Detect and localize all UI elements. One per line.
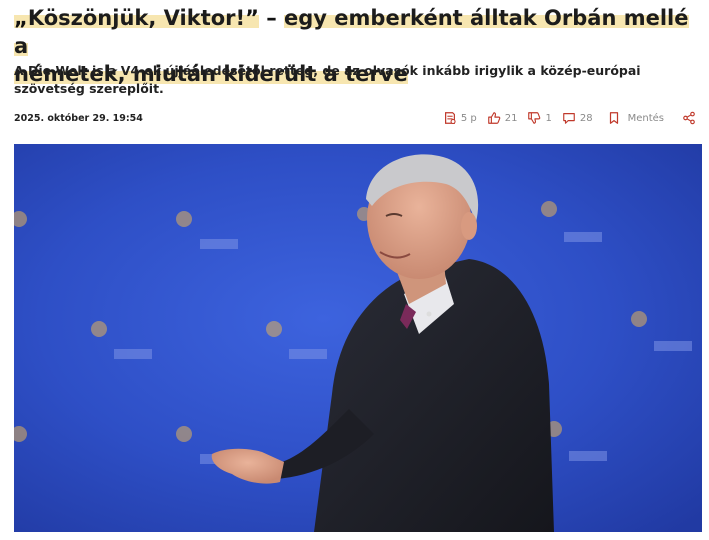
article-meta-bar: 2025. október 29. 19:54 5 p 21 1 28 Ment… xyxy=(14,108,704,128)
reading-time-value: 5 p xyxy=(460,112,477,124)
bookmark-icon xyxy=(609,112,618,124)
title-close-quote: ” xyxy=(245,6,259,30)
dislike-count: 1 xyxy=(545,112,552,124)
share-icon xyxy=(683,111,695,125)
publish-date: 2025. október 29. 19:54 xyxy=(14,112,143,124)
save-button[interactable]: Mentés xyxy=(607,111,664,125)
dislike-button[interactable]: 1 xyxy=(527,111,552,125)
like-button[interactable]: 21 xyxy=(487,111,518,125)
reading-time-icon xyxy=(444,112,456,125)
photo-illustration xyxy=(14,144,702,532)
article-photo xyxy=(14,144,702,532)
thumbs-up-icon xyxy=(487,112,501,124)
article-lead: A Die Welt is a V4-ek újjáéledésétől ret… xyxy=(14,63,641,96)
thumbs-down-icon xyxy=(528,112,541,124)
title-dash: – xyxy=(258,6,285,30)
save-label: Mentés xyxy=(627,112,664,124)
title-quote: Köszönjük, Viktor! xyxy=(27,6,246,30)
like-count: 21 xyxy=(504,112,518,124)
article-actions: 5 p 21 1 28 Mentés xyxy=(443,108,696,128)
reading-time: 5 p xyxy=(443,111,477,125)
title-open-quote: „ xyxy=(14,6,28,30)
comment-count: 28 xyxy=(579,112,593,124)
title-highlight-1: „Köszönjük, Viktor!” xyxy=(14,6,259,30)
share-button[interactable] xyxy=(682,111,696,125)
comments-button[interactable]: 28 xyxy=(562,111,593,125)
comment-icon xyxy=(563,113,575,124)
